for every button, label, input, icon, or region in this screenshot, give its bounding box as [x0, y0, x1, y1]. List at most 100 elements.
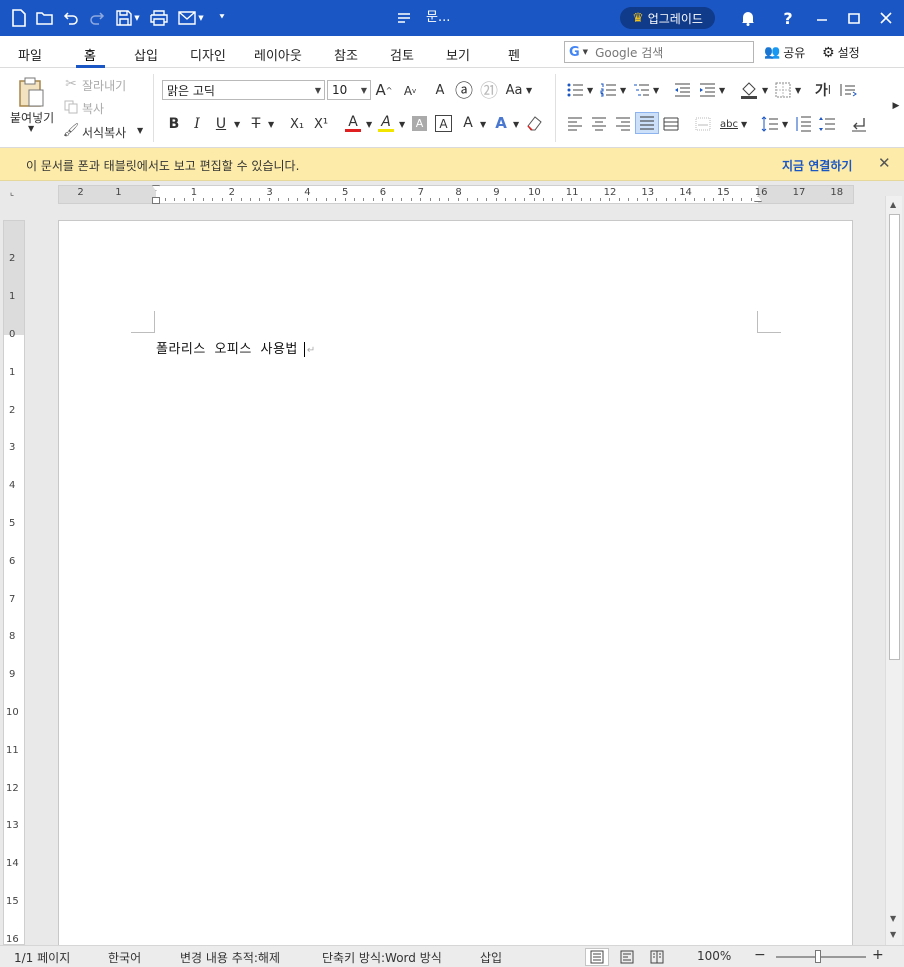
track-changes-status[interactable]: 변경 내용 추적:해제 — [180, 949, 280, 966]
highlight-dropdown-icon[interactable]: ▼ — [399, 120, 405, 129]
paste-button[interactable] — [14, 74, 48, 110]
numbering-button[interactable] — [599, 82, 617, 98]
line-break-button[interactable] — [850, 115, 868, 133]
reading-view-button[interactable] — [645, 948, 669, 966]
save-dropdown-icon[interactable]: ▼ — [134, 14, 139, 22]
character-spacing-button[interactable]: A — [460, 113, 476, 133]
language-status[interactable]: 한국어 — [108, 949, 141, 966]
tab-stop-selector[interactable]: ⌞ — [4, 188, 20, 202]
decrease-indent-button[interactable] — [672, 82, 692, 98]
tab-file[interactable]: 파일 — [18, 45, 42, 64]
tab-design[interactable]: 디자인 — [190, 45, 226, 64]
zoom-slider-thumb[interactable] — [815, 950, 821, 963]
zoom-level[interactable]: 100% — [697, 949, 731, 963]
shading-dropdown-icon[interactable]: ▼ — [762, 86, 768, 95]
web-layout-view-button[interactable] — [615, 948, 639, 966]
tab-layout[interactable]: 레이아웃 — [254, 45, 302, 64]
line-spacing-dropdown-icon[interactable]: ▼ — [782, 120, 788, 129]
char-spacing-dropdown-icon[interactable]: ▼ — [480, 120, 486, 129]
cut-button[interactable]: 잘라내기 — [82, 77, 126, 94]
shading-button[interactable] — [738, 80, 760, 100]
zoom-in-button[interactable]: + — [872, 947, 884, 963]
text-effect-button[interactable]: A — [492, 113, 510, 133]
paste-dropdown-icon[interactable]: ▼ — [28, 124, 34, 133]
font-size-combo[interactable]: 10 ▼ — [327, 80, 371, 100]
undo-button[interactable] — [59, 0, 83, 36]
distributed-button[interactable] — [662, 116, 680, 132]
hanging-indent-marker[interactable] — [152, 197, 160, 204]
document-page[interactable] — [58, 220, 853, 946]
change-case-button[interactable]: Aa — [503, 80, 525, 100]
zoom-out-button[interactable]: − — [754, 947, 766, 963]
save-button[interactable]: ▼ — [112, 0, 144, 36]
bullets-dropdown-icon[interactable]: ▼ — [587, 86, 593, 95]
align-center-button[interactable] — [590, 116, 608, 132]
increase-indent-button[interactable] — [697, 82, 717, 98]
insert-mode-status[interactable]: 삽입 — [480, 949, 502, 966]
info-close-icon[interactable]: ✕ — [878, 154, 891, 172]
change-case-dropdown-icon[interactable]: ▼ — [526, 86, 532, 95]
search-engine-dropdown-icon[interactable]: ▼ — [583, 48, 588, 56]
numbering-dropdown-icon[interactable]: ▼ — [620, 86, 626, 95]
copy-button[interactable]: 복사 — [82, 100, 104, 117]
grid-align-button[interactable] — [694, 116, 712, 132]
line-spacing-button[interactable] — [761, 115, 779, 133]
new-doc-button[interactable] — [7, 0, 31, 36]
print-button[interactable] — [147, 0, 171, 36]
borders-button[interactable] — [774, 81, 792, 99]
settings-button[interactable]: ⚙ 설정 — [822, 44, 860, 61]
upgrade-button[interactable]: ♛ 업그레이드 — [620, 7, 715, 29]
connect-now-link[interactable]: 지금 연결하기 — [782, 157, 852, 174]
paragraph-spacing-2-button[interactable] — [818, 115, 836, 133]
print-layout-view-button[interactable] — [585, 948, 609, 966]
scroll-thumb[interactable] — [889, 214, 900, 660]
character-border-button[interactable]: A — [435, 115, 452, 132]
tab-references[interactable]: 참조 — [334, 45, 358, 64]
open-button[interactable] — [33, 0, 57, 36]
font-grow-button[interactable]: A ^ — [375, 80, 393, 100]
paragraph-spacing-button[interactable] — [794, 115, 812, 133]
multilevel-dropdown-icon[interactable]: ▼ — [653, 86, 659, 95]
borders-dropdown-icon[interactable]: ▼ — [795, 86, 801, 95]
text-effect-dropdown-icon[interactable]: ▼ — [513, 120, 519, 129]
highlight-button[interactable]: A — [376, 112, 396, 134]
tab-insert[interactable]: 삽입 — [134, 45, 158, 64]
help-button[interactable]: ? — [776, 0, 800, 36]
enclosed-number-button[interactable]: ㉑ — [479, 80, 499, 102]
align-right-button[interactable] — [614, 116, 632, 132]
maximize-button[interactable] — [842, 0, 866, 36]
scroll-up-icon[interactable]: ▲ — [890, 200, 896, 209]
bold-button[interactable]: B — [165, 114, 183, 134]
enclose-character-button[interactable]: ⓐ — [454, 80, 474, 102]
spacing-dropdown-icon[interactable]: ▼ — [741, 120, 747, 129]
vertical-scrollbar[interactable]: ▲ ▼ ▼ — [885, 196, 902, 945]
mail-button[interactable]: ▼ — [174, 0, 208, 36]
document-body-text[interactable]: 폴라리스 오피스 사용법 ↵ — [156, 338, 316, 357]
format-painter-dropdown-icon[interactable]: ▼ — [137, 126, 143, 135]
spacing-button[interactable]: abc — [719, 116, 739, 132]
zoom-slider-track[interactable] — [776, 956, 866, 958]
share-button[interactable]: 👥 공유 — [764, 44, 805, 61]
font-shrink-button[interactable]: Av — [401, 82, 419, 100]
font-size-dropdown-icon[interactable]: ▼ — [361, 86, 367, 95]
underline-button[interactable]: U — [212, 114, 230, 134]
horizontal-ruler[interactable]: 2 1 1 2 3 4 5 6 7 8 9 10 11 12 13 14 15 16 17 18 — [58, 185, 854, 204]
indent-dropdown-icon[interactable]: ▼ — [719, 86, 725, 95]
korean-paragraph-button[interactable]: 가 | — [813, 80, 833, 100]
multilevel-list-button[interactable] — [632, 82, 650, 98]
strikethrough-button[interactable]: T — [246, 114, 266, 134]
page-count[interactable]: 1/1 페이지 — [14, 949, 70, 966]
mail-dropdown-icon[interactable]: ▼ — [198, 14, 203, 22]
subscript-button[interactable]: X₁ — [286, 114, 308, 134]
redo-button[interactable] — [85, 0, 109, 36]
underline-dropdown-icon[interactable]: ▼ — [234, 120, 240, 129]
font-color-dropdown-icon[interactable]: ▼ — [366, 120, 372, 129]
align-left-button[interactable] — [566, 116, 584, 132]
superscript-button[interactable]: X¹ — [310, 114, 332, 134]
font-color-button[interactable]: A — [343, 112, 363, 134]
vertical-ruler[interactable]: 2 1 0 1 2 3 4 5 6 7 8 9 10 11 12 13 14 15 16 — [3, 220, 25, 945]
minimize-button[interactable] — [810, 0, 834, 36]
justify-button[interactable] — [635, 112, 659, 134]
clear-formatting-button[interactable] — [524, 113, 544, 133]
character-shading-button[interactable]: A — [412, 116, 427, 131]
